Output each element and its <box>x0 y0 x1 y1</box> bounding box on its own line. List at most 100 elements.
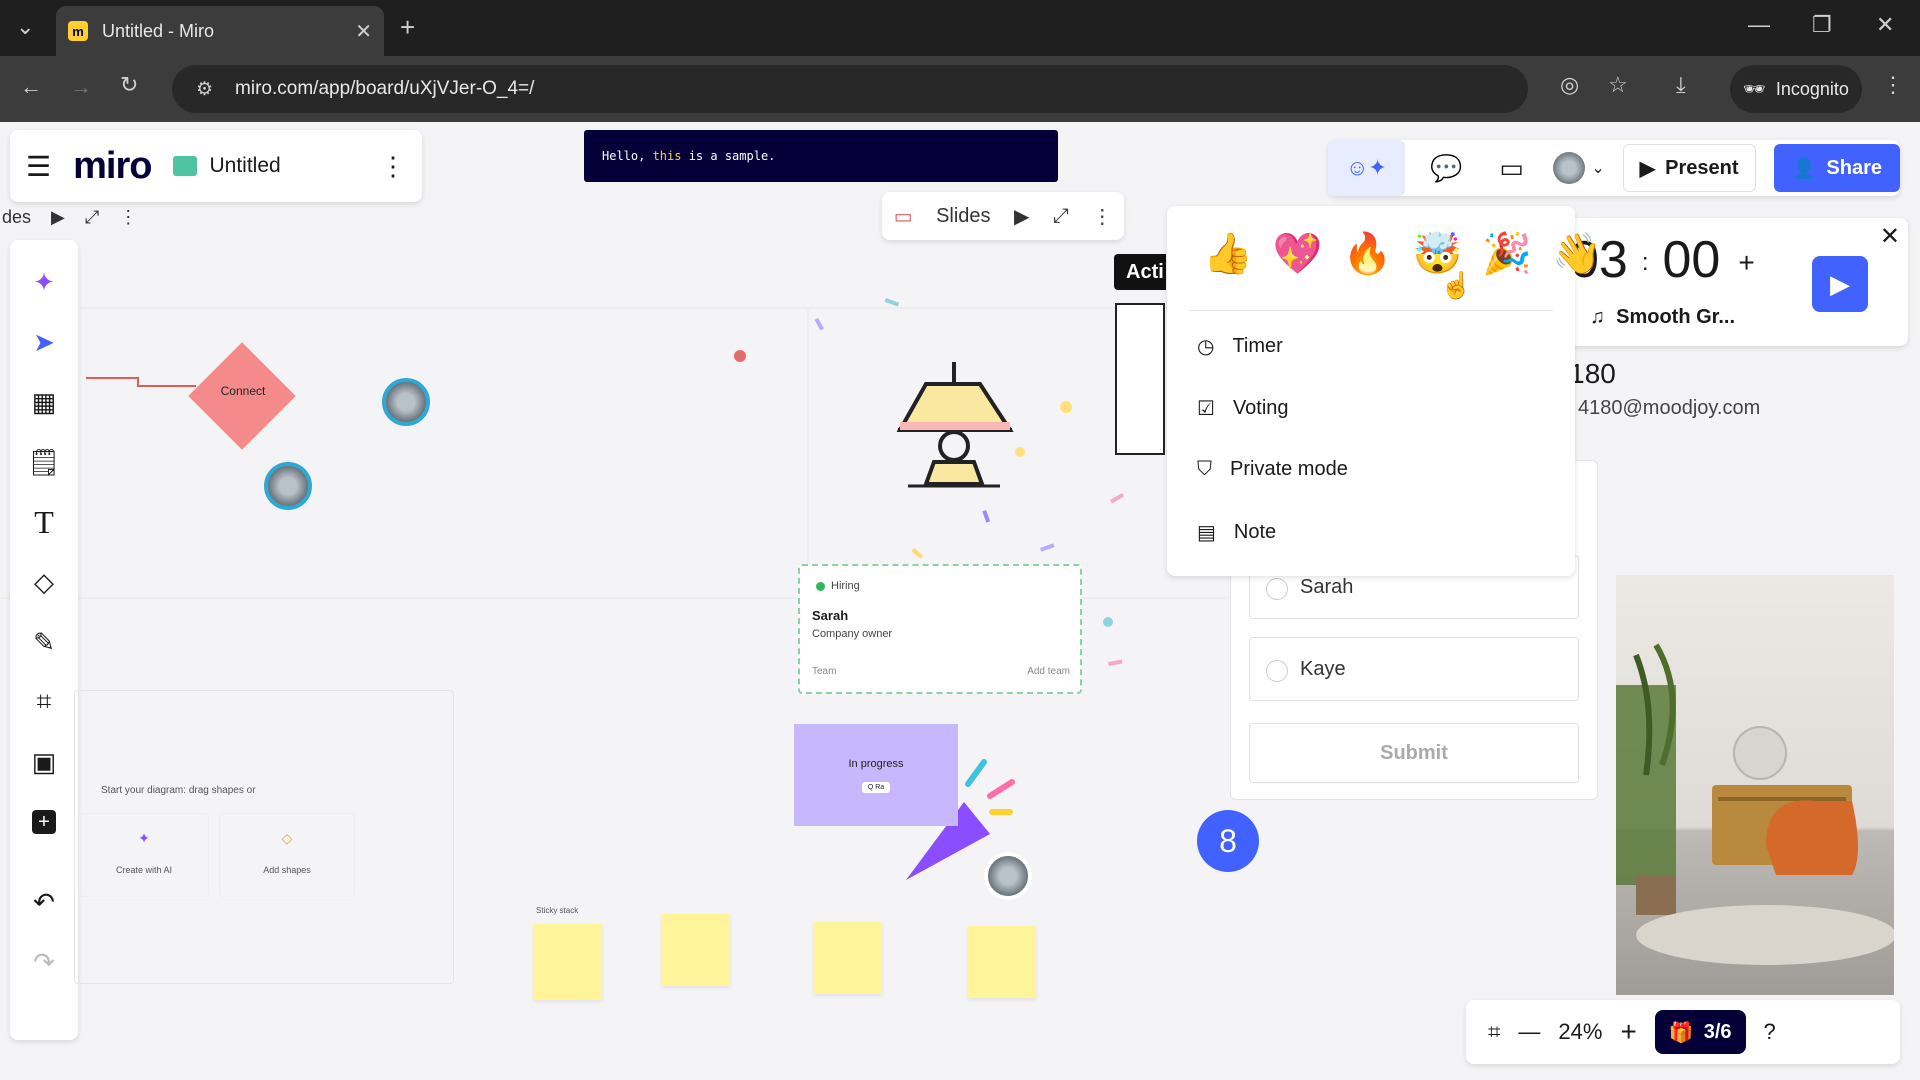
add-more-icon[interactable]: + <box>16 792 72 852</box>
timer-play-button[interactable]: ▶ <box>1812 256 1868 312</box>
fire-emoji[interactable]: 🔥 <box>1343 230 1393 277</box>
present-label: Present <box>1665 156 1739 179</box>
menu-item-note[interactable]: ▤ Note <box>1197 520 1276 545</box>
play-mini-icon[interactable]: ▶ <box>51 207 65 228</box>
menu-item-voting[interactable]: ☑ Voting <box>1197 396 1289 421</box>
board-title[interactable]: Untitled <box>209 154 280 178</box>
reactions-button[interactable]: ☺✦ <box>1328 140 1405 196</box>
code-block[interactable]: Hello, this is a sample. <box>584 130 1058 182</box>
private-mode-icon: ⛉ <box>1197 458 1212 480</box>
site-settings-icon[interactable]: ⚙ <box>196 78 213 101</box>
zoom-out-icon[interactable]: — <box>1518 1019 1540 1045</box>
more-mini-icon[interactable]: ⋮ <box>119 207 137 228</box>
reload-icon[interactable]: ↻ <box>120 72 138 98</box>
sticky-note[interactable] <box>968 926 1036 998</box>
redo-icon[interactable]: ↷ <box>16 932 72 992</box>
video-call-icon[interactable]: ▭ <box>1488 140 1535 196</box>
credits-count: 3/6 <box>1703 1020 1732 1043</box>
close-tab-icon[interactable]: ✕ <box>355 19 372 44</box>
timer-panel: 03:00 + ▶ ♫ Smooth Gr... ✕ <box>1560 218 1908 346</box>
add-team-link[interactable]: Add team <box>1027 666 1070 677</box>
wave-emoji[interactable]: 👋 <box>1552 230 1602 277</box>
address-bar[interactable]: ⚙ miro.com/app/board/uXjVJer-O_4=/ <box>172 65 1528 113</box>
menu-item-label: Note <box>1233 521 1277 543</box>
user-count-badge[interactable]: 8 <box>1197 810 1259 872</box>
party-popper-emoji[interactable]: 🎉 <box>1482 230 1532 277</box>
minimize-icon[interactable]: — <box>1748 12 1770 38</box>
sticky-note[interactable] <box>534 924 602 1000</box>
ai-sparkle-icon[interactable]: ✦ <box>16 252 72 312</box>
text-tool-icon[interactable]: T <box>16 492 72 552</box>
menu-item-timer[interactable]: ◷ Timer <box>1197 334 1283 359</box>
frame-tool-icon[interactable]: ⌗ <box>16 672 72 732</box>
undo-icon[interactable]: ↶ <box>16 872 72 932</box>
menu-item-private-mode[interactable]: ⛉ Private mode <box>1197 458 1348 481</box>
create-with-ai-option[interactable]: ✦ Create with AI <box>79 813 209 897</box>
pen-tool-icon[interactable]: ✎ <box>16 612 72 672</box>
sticky-note[interactable] <box>814 922 882 994</box>
hiring-card[interactable]: Hiring Sarah Company owner Team Add team <box>798 564 1082 694</box>
avatar[interactable] <box>382 378 430 426</box>
browser-tab[interactable]: m Untitled - Miro ✕ <box>56 6 384 56</box>
shapes-icon[interactable]: ◇ <box>16 552 72 612</box>
restore-icon[interactable]: ❐ <box>1812 12 1832 38</box>
sticky-note[interactable] <box>662 914 730 986</box>
vote-option-label: Sarah <box>1300 575 1354 598</box>
radio-icon[interactable] <box>1266 578 1288 600</box>
download-icon[interactable]: ⤓ <box>1676 72 1686 98</box>
close-timer-icon[interactable]: ✕ <box>1880 222 1900 251</box>
slides-label[interactable]: Slides <box>936 205 990 228</box>
play-slides-icon[interactable]: ▶ <box>1014 204 1029 229</box>
tab-title: Untitled - Miro <box>102 20 215 41</box>
present-button[interactable]: ▶ Present <box>1622 144 1756 192</box>
back-icon[interactable]: ← <box>20 74 42 100</box>
close-window-icon[interactable]: ✕ <box>1876 12 1894 38</box>
star-icon[interactable]: ☆ <box>1608 72 1628 98</box>
thumbs-up-emoji[interactable]: 👍 <box>1203 230 1253 277</box>
eye-off-icon[interactable]: ◎ <box>1560 72 1579 98</box>
heart-emoji[interactable]: 💖 <box>1273 230 1323 277</box>
main-menu-icon[interactable]: ☰ <box>26 150 51 183</box>
new-tab-icon[interactable]: + <box>400 12 415 43</box>
avatar[interactable] <box>264 462 312 510</box>
share-button[interactable]: 👤 Share <box>1773 144 1900 192</box>
comments-icon[interactable]: 💬 <box>1423 140 1470 196</box>
vote-option-kaye[interactable]: Kaye <box>1249 637 1579 701</box>
board-options-icon[interactable]: ⋮ <box>380 151 406 182</box>
user-avatar-menu[interactable]: ⌄ <box>1553 152 1605 184</box>
templates-icon[interactable]: ▦ <box>16 372 72 432</box>
zoom-bar: ⌗ — 24% + 🎁 3/6 ? <box>1466 1000 1900 1064</box>
fit-frame-icon[interactable]: ⌗ <box>1488 1019 1500 1045</box>
avatar[interactable] <box>984 852 1032 900</box>
fullscreen-icon[interactable]: ⤢ <box>1053 205 1069 228</box>
submit-vote-button[interactable]: Submit <box>1249 723 1579 783</box>
living-room-image[interactable] <box>1616 575 1894 995</box>
credits-badge[interactable]: 🎁 3/6 <box>1654 1010 1746 1054</box>
menu-item-label: Private mode <box>1230 458 1348 480</box>
tab-search-icon[interactable]: ⌄ <box>16 14 34 40</box>
upload-image-icon[interactable]: ▣ <box>16 732 72 792</box>
hiring-name: Sarah <box>812 608 849 623</box>
forward-icon[interactable]: → <box>70 74 92 100</box>
slides-bar: ▭ Slides ▶ ⤢ ⋮ <box>882 192 1124 240</box>
timer-add-icon[interactable]: + <box>1720 247 1754 278</box>
share-label: Share <box>1826 156 1882 179</box>
incognito-indicator[interactable]: 🕶 Incognito <box>1730 65 1862 113</box>
miro-logo[interactable]: miro <box>73 145 152 188</box>
slides-mini-bar: des ▶ ⤢ ⋮ <box>0 198 172 236</box>
zoom-in-icon[interactable]: + <box>1620 1016 1636 1048</box>
slides-more-icon[interactable]: ⋮ <box>1092 204 1112 229</box>
in-progress-card[interactable]: In progress Q Ra <box>794 724 958 826</box>
help-icon[interactable]: ? <box>1764 1019 1776 1045</box>
chrome-menu-icon[interactable]: ⋮ <box>1882 72 1904 98</box>
select-tool-icon[interactable]: ➤ <box>16 312 72 372</box>
slides-mini-label[interactable]: des <box>2 207 31 228</box>
activity-label[interactable]: Acti <box>1114 254 1166 290</box>
fullscreen-mini-icon[interactable]: ⤢ <box>85 207 99 228</box>
zoom-level[interactable]: 24% <box>1558 1019 1602 1045</box>
add-shapes-option[interactable]: ◇ Add shapes <box>219 813 355 897</box>
timer-music[interactable]: ♫ Smooth Gr... <box>1590 306 1735 329</box>
sticky-note-icon[interactable]: 🗒 <box>16 432 72 492</box>
menu-divider <box>1189 310 1553 311</box>
radio-icon[interactable] <box>1266 660 1288 682</box>
